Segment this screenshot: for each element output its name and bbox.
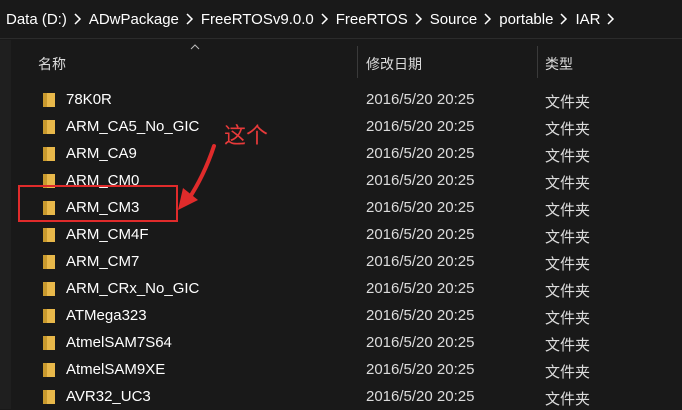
arrow-icon <box>178 144 216 210</box>
list-item[interactable]: ARM_CM7 2016/5/20 20:25 文件夹 <box>0 248 682 275</box>
folder-icon <box>43 93 55 107</box>
list-item[interactable]: AVR32_UC3 2016/5/20 20:25 文件夹 <box>0 383 682 410</box>
list-item[interactable]: ARM_CA9 2016/5/20 20:25 文件夹 <box>0 140 682 167</box>
column-divider[interactable] <box>537 46 538 78</box>
column-divider[interactable] <box>357 46 358 78</box>
file-type: 文件夹 <box>545 283 591 300</box>
chevron-right-icon[interactable] <box>179 13 201 25</box>
list-item[interactable]: ATMega323 2016/5/20 20:25 文件夹 <box>0 302 682 329</box>
highlight-box <box>18 185 178 222</box>
chevron-right-icon[interactable] <box>408 13 430 25</box>
file-name: ATMega323 <box>66 307 147 324</box>
file-date: 2016/5/20 20:25 <box>366 388 475 405</box>
folder-icon <box>43 228 55 242</box>
chevron-right-icon[interactable] <box>600 13 622 25</box>
file-date: 2016/5/20 20:25 <box>366 172 475 189</box>
file-date: 2016/5/20 20:25 <box>366 91 475 108</box>
file-name: ARM_CA5_No_GIC <box>66 118 200 135</box>
column-header-name[interactable]: 名称 <box>38 54 66 74</box>
folder-icon <box>43 390 55 404</box>
file-type: 文件夹 <box>545 175 591 192</box>
breadcrumb-item-source[interactable]: Source <box>430 11 478 28</box>
file-type: 文件夹 <box>545 148 591 165</box>
file-name: 78K0R <box>66 91 112 108</box>
file-date: 2016/5/20 20:25 <box>366 253 475 270</box>
list-item[interactable]: ARM_CM4F 2016/5/20 20:25 文件夹 <box>0 221 682 248</box>
column-header-row: 名称 修改日期 类型 <box>0 40 682 85</box>
chevron-right-icon[interactable] <box>314 13 336 25</box>
folder-icon <box>43 309 55 323</box>
file-type: 文件夹 <box>545 202 591 219</box>
list-item[interactable]: AtmelSAM7S64 2016/5/20 20:25 文件夹 <box>0 329 682 356</box>
annotation-text: 这个 <box>224 124 269 149</box>
file-type: 文件夹 <box>545 310 591 327</box>
folder-icon <box>43 120 55 134</box>
file-date: 2016/5/20 20:25 <box>366 361 475 378</box>
list-item[interactable]: 78K0R 2016/5/20 20:25 文件夹 <box>0 86 682 113</box>
file-date: 2016/5/20 20:25 <box>366 118 475 135</box>
file-type: 文件夹 <box>545 121 591 138</box>
breadcrumb-item-drive[interactable]: Data (D:) <box>6 11 67 28</box>
file-name: ARM_CM4F <box>66 226 149 243</box>
list-item[interactable]: ARM_CRx_No_GIC 2016/5/20 20:25 文件夹 <box>0 275 682 302</box>
file-name: ARM_CRx_No_GIC <box>66 280 200 297</box>
folder-icon <box>43 147 55 161</box>
breadcrumb-item-adwpackage[interactable]: ADwPackage <box>89 11 179 28</box>
sort-up-icon <box>190 44 200 50</box>
file-date: 2016/5/20 20:25 <box>366 199 475 216</box>
file-type: 文件夹 <box>545 337 591 354</box>
file-date: 2016/5/20 20:25 <box>366 280 475 297</box>
folder-icon <box>43 255 55 269</box>
file-name: AtmelSAM7S64 <box>66 334 172 351</box>
breadcrumb-item-freertos[interactable]: FreeRTOS <box>336 11 408 28</box>
file-type: 文件夹 <box>545 364 591 381</box>
list-item[interactable]: AtmelSAM9XE 2016/5/20 20:25 文件夹 <box>0 356 682 383</box>
file-name: ARM_CM7 <box>66 253 140 270</box>
file-name: ARM_CA9 <box>66 145 137 162</box>
column-header-type[interactable]: 类型 <box>545 54 573 74</box>
file-date: 2016/5/20 20:25 <box>366 145 475 162</box>
folder-icon <box>43 336 55 350</box>
file-name: AtmelSAM9XE <box>66 361 166 378</box>
column-header-date[interactable]: 修改日期 <box>366 54 422 74</box>
file-type: 文件夹 <box>545 256 591 273</box>
folder-icon <box>43 282 55 296</box>
file-date: 2016/5/20 20:25 <box>366 334 475 351</box>
chevron-right-icon[interactable] <box>67 13 89 25</box>
file-type: 文件夹 <box>545 391 591 408</box>
breadcrumb-item-iar[interactable]: IAR <box>575 11 600 28</box>
breadcrumb-item-freertosv9[interactable]: FreeRTOSv9.0.0 <box>201 11 314 28</box>
address-bar[interactable]: Data (D:) ADwPackage FreeRTOSv9.0.0 Free… <box>0 0 682 39</box>
file-name: AVR32_UC3 <box>66 388 151 405</box>
file-type: 文件夹 <box>545 94 591 111</box>
chevron-right-icon[interactable] <box>477 13 499 25</box>
file-date: 2016/5/20 20:25 <box>366 307 475 324</box>
file-date: 2016/5/20 20:25 <box>366 226 475 243</box>
chevron-right-icon[interactable] <box>553 13 575 25</box>
breadcrumb-item-portable[interactable]: portable <box>499 11 553 28</box>
list-item[interactable]: ARM_CA5_No_GIC 2016/5/20 20:25 文件夹 <box>0 113 682 140</box>
folder-icon <box>43 363 55 377</box>
breadcrumb: Data (D:) ADwPackage FreeRTOSv9.0.0 Free… <box>6 0 622 38</box>
file-type: 文件夹 <box>545 229 591 246</box>
